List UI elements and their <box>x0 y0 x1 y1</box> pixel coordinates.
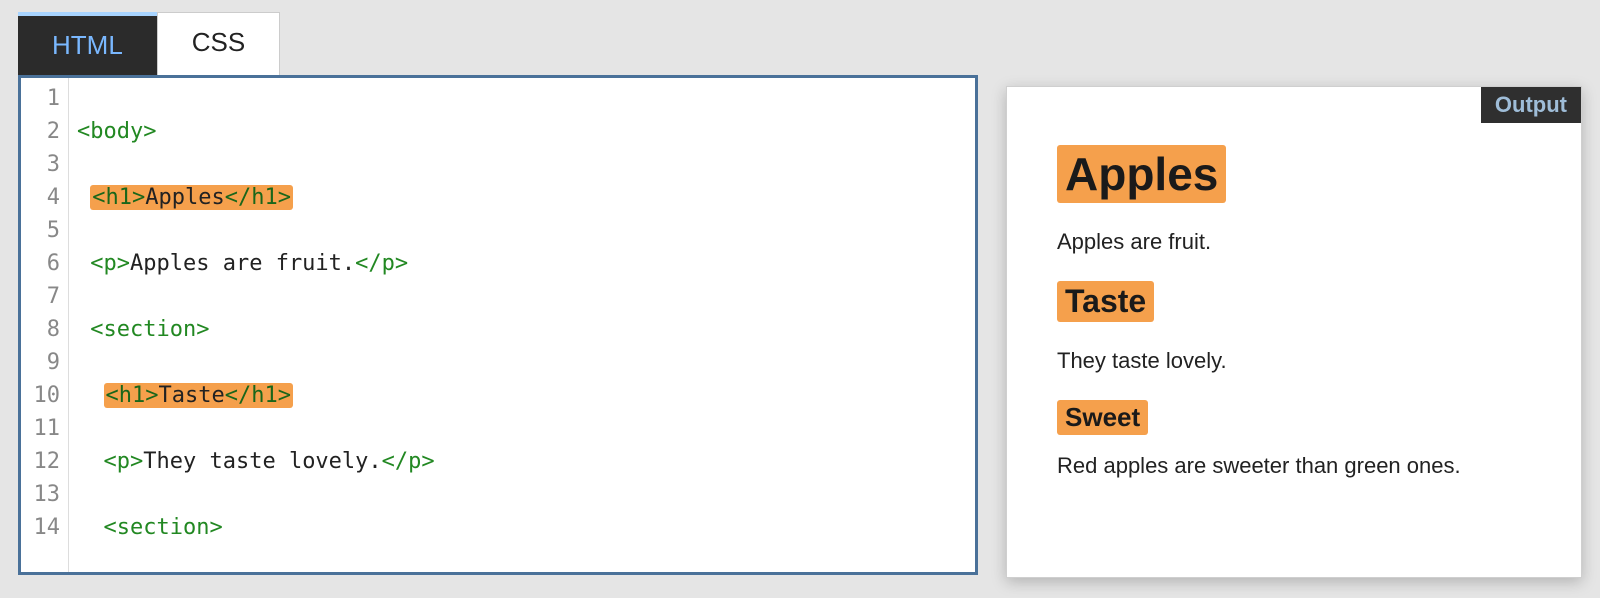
output-panel: Output Apples Apples are fruit. Taste Th… <box>1006 86 1582 578</box>
line-gutter: 1 2 3 4 5 6 7 8 9 10 11 12 13 14 <box>21 78 69 575</box>
code-content[interactable]: <body> <h1>Apples</h1> <p>Apples are fru… <box>69 78 726 575</box>
output-paragraph-1: Apples are fruit. <box>1057 229 1545 255</box>
code-editor[interactable]: 1 2 3 4 5 6 7 8 9 10 11 12 13 14 <body> … <box>18 75 978 575</box>
output-heading-3: Sweet <box>1057 400 1148 435</box>
output-paragraph-2: They taste lovely. <box>1057 348 1545 374</box>
output-heading-2: Taste <box>1057 281 1154 322</box>
output-badge: Output <box>1481 87 1581 123</box>
tab-html[interactable]: HTML <box>18 12 157 75</box>
editor-panel: HTML CSS 1 2 3 4 5 6 7 8 9 10 11 12 13 <box>18 12 978 578</box>
output-paragraph-3: Red apples are sweeter than green ones. <box>1057 453 1545 479</box>
tab-bar: HTML CSS <box>18 12 978 75</box>
tab-css[interactable]: CSS <box>157 12 280 75</box>
output-heading-1: Apples <box>1057 145 1226 203</box>
